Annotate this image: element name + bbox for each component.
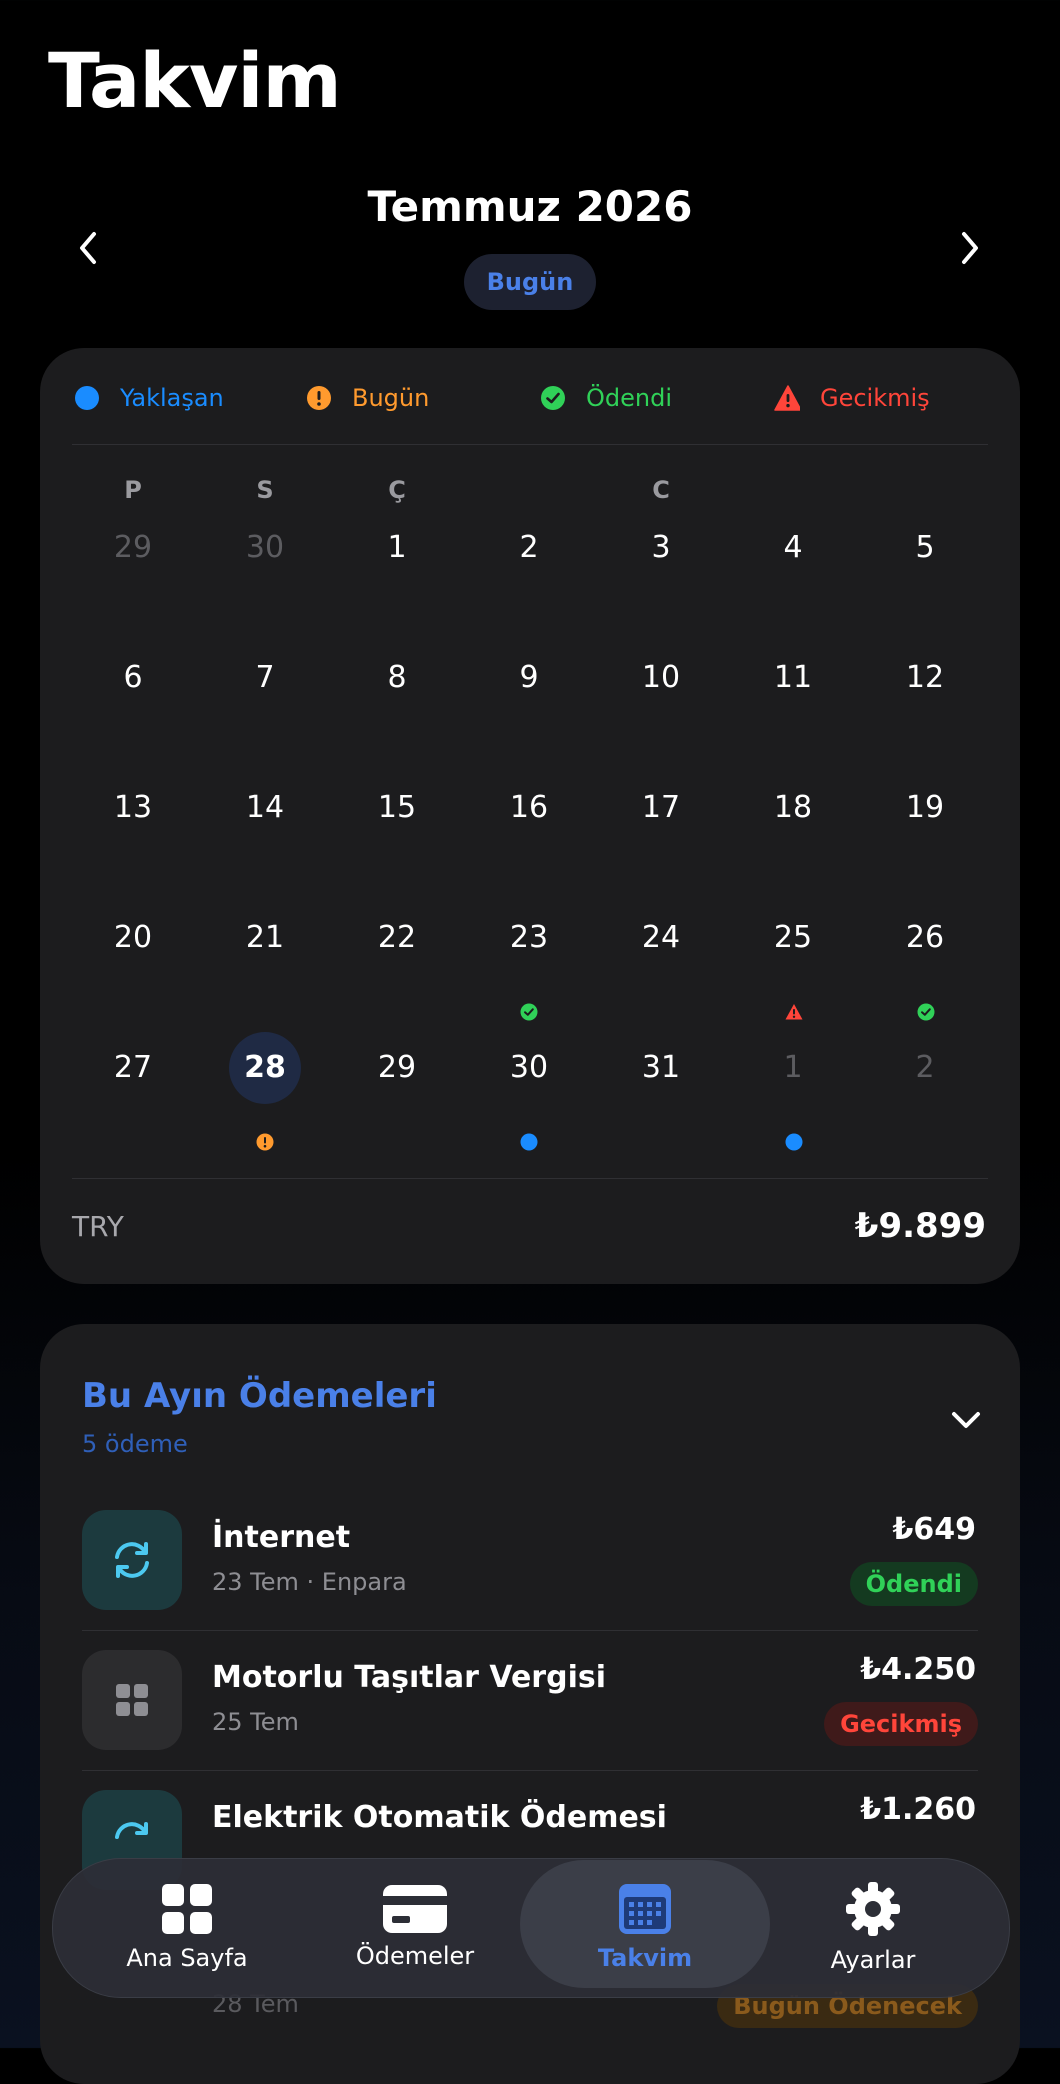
collapse-button[interactable] (936, 1390, 996, 1450)
chevron-right-icon (962, 232, 978, 264)
calendar-day[interactable]: 21 (225, 920, 305, 956)
overdue-marker-icon (785, 1003, 803, 1021)
legend-label: Gecikmiş (820, 384, 930, 412)
legend-overdue: Gecikmiş (774, 380, 930, 416)
calendar-day[interactable]: 25 (753, 920, 833, 956)
chevron-left-icon (80, 232, 96, 264)
payment-date: 25 Tem (212, 1708, 299, 1736)
calendar-day[interactable]: 3 (621, 530, 701, 566)
legend-label: Ödendi (586, 384, 673, 412)
calendar-day[interactable]: 17 (621, 790, 701, 826)
status-badge: Ödendi (849, 1562, 978, 1606)
home-grid-icon (162, 1884, 212, 1934)
calendar-day[interactable]: 23 (489, 920, 569, 956)
payment-meta: 23 Tem · Enpara (212, 1568, 407, 1596)
calendar-day[interactable]: 1 (357, 530, 437, 566)
paid-marker-icon (520, 1003, 538, 1021)
weekday-label: P (124, 476, 142, 504)
calendar-day[interactable]: 10 (621, 660, 701, 696)
calendar-day[interactable]: 9 (489, 660, 569, 696)
legend-label: Bugün (352, 384, 430, 412)
warning-triangle-icon (774, 385, 800, 411)
tab-settings[interactable]: Ayarlar (768, 1862, 978, 1992)
payment-amount: ₺1.260 (860, 1792, 976, 1827)
upcoming-marker-icon (520, 1133, 538, 1151)
tab-home[interactable]: Ana Sayfa (82, 1862, 292, 1992)
calendar-day[interactable]: 2 (885, 1050, 965, 1086)
calendar-day[interactable]: 7 (225, 660, 305, 696)
calendar-day[interactable]: 26 (885, 920, 965, 956)
gear-icon (846, 1882, 900, 1936)
grid-icon (82, 1650, 182, 1750)
month-label: Temmuz 2026 (367, 182, 693, 231)
calendar-day[interactable]: 5 (885, 530, 965, 566)
today-button[interactable]: Bugün (464, 254, 596, 310)
calendar-day[interactable]: 30 (225, 530, 305, 566)
tab-label: Ayarlar (830, 1946, 916, 1974)
page-title: Takvim (48, 36, 342, 125)
payment-name: Elektrik Otomatik Ödemesi (212, 1800, 667, 1835)
sync-icon (82, 1510, 182, 1610)
calendar-day[interactable]: 19 (885, 790, 965, 826)
weekday-label: S (256, 476, 274, 504)
summary-total: ₺9.899 (854, 1206, 986, 1246)
today-marker-icon (256, 1133, 274, 1151)
tab-calendar[interactable]: Takvim (540, 1862, 750, 1992)
calendar-day[interactable]: 30 (489, 1050, 569, 1086)
tab-label: Takvim (597, 1944, 693, 1972)
summary-currency: TRY (72, 1210, 124, 1243)
payments-section-title: Bu Ayın Ödemeleri (82, 1376, 437, 1416)
dot-icon (74, 385, 100, 411)
tab-label: Ödemeler (355, 1942, 475, 1970)
chevron-down-icon (952, 1412, 980, 1428)
legend-paid: Ödendi (540, 380, 672, 416)
calendar-day[interactable]: 8 (357, 660, 437, 696)
calendar-day[interactable]: 27 (93, 1050, 173, 1086)
payments-count: 5 ödeme (82, 1430, 188, 1458)
calendar-day[interactable]: 2 (489, 530, 569, 566)
payment-amount: ₺4.250 (860, 1652, 976, 1687)
calendar-day[interactable]: 16 (489, 790, 569, 826)
calendar-day[interactable]: 11 (753, 660, 833, 696)
tab-payments[interactable]: Ödemeler (310, 1862, 520, 1992)
legend-label: Yaklaşan (120, 384, 224, 412)
calendar-day[interactable]: 22 (357, 920, 437, 956)
calendar-day[interactable]: 29 (93, 530, 173, 566)
weekday-label: Ç (388, 476, 406, 504)
calendar-day[interactable]: 13 (93, 790, 173, 826)
payment-name: İnternet (212, 1520, 351, 1555)
calendar-day[interactable]: 15 (357, 790, 437, 826)
calendar-day[interactable]: 18 (753, 790, 833, 826)
row-divider (82, 1630, 978, 1631)
calendar-day[interactable]: 14 (225, 790, 305, 826)
upcoming-marker-icon (785, 1133, 803, 1151)
payment-name: Motorlu Taşıtlar Vergisi (212, 1660, 606, 1695)
legend-divider (72, 444, 988, 445)
tab-label: Ana Sayfa (126, 1944, 248, 1972)
exclamation-circle-icon (306, 385, 332, 411)
calendar-day[interactable]: 24 (621, 920, 701, 956)
calendar-day[interactable]: 6 (93, 660, 173, 696)
credit-card-icon (383, 1885, 447, 1933)
summary-divider (72, 1178, 988, 1179)
weekday-label: C (652, 476, 670, 504)
calendar-day[interactable]: 1 (753, 1050, 833, 1086)
calendar-day[interactable]: 29 (357, 1050, 437, 1086)
legend-upcoming: Yaklaşan (74, 380, 224, 416)
payment-amount: ₺649 (892, 1512, 977, 1547)
row-divider (82, 1770, 978, 1771)
check-circle-icon (540, 385, 566, 411)
calendar-day-today[interactable]: 28 (229, 1032, 301, 1104)
legend-today: Bugün (306, 380, 429, 416)
calendar-icon (619, 1884, 671, 1934)
status-badge: Gecikmiş (824, 1702, 978, 1746)
next-month-button[interactable] (940, 218, 1000, 278)
calendar-day[interactable]: 4 (753, 530, 833, 566)
calendar-day[interactable]: 20 (93, 920, 173, 956)
calendar-day[interactable]: 31 (621, 1050, 701, 1086)
paid-marker-icon (917, 1003, 935, 1021)
calendar-day[interactable]: 12 (885, 660, 965, 696)
